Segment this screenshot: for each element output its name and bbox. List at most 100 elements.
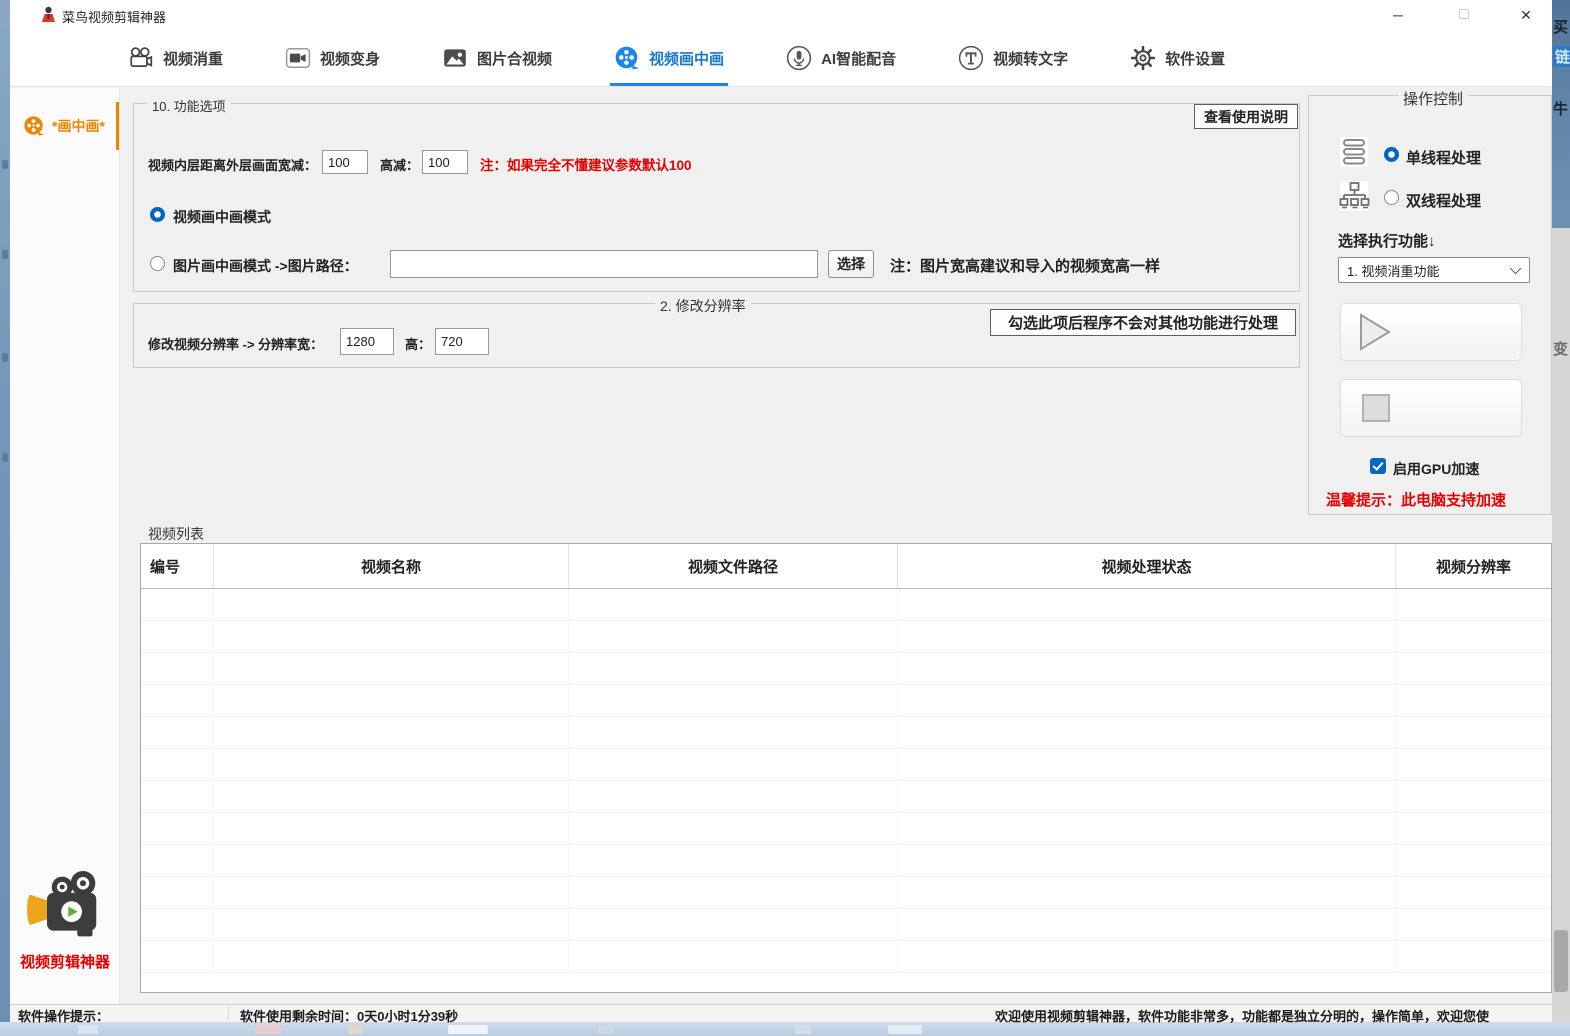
resolution-group-title: 2. 修改分辨率 — [655, 296, 751, 316]
view-manual-button[interactable]: 查看使用说明 — [1194, 104, 1298, 129]
stop-button[interactable] — [1340, 379, 1522, 437]
screen: 买 链 牛 变 菜鸟视频剪辑神器 ─ □ ✕ — [0, 0, 1570, 1036]
tab-label: 图片合视频 — [477, 48, 552, 69]
tab-label: 视频变身 — [320, 48, 380, 69]
video-list-table: 编号 视频名称 视频文件路径 视频处理状态 视频分辨率 — [140, 543, 1552, 993]
resolution-height-input[interactable] — [435, 328, 489, 355]
dual-thread-radio[interactable] — [1384, 190, 1399, 205]
resolution-width-input[interactable] — [340, 328, 394, 355]
inner-width-input[interactable] — [322, 150, 368, 174]
video-list-title: 视频列表 — [143, 524, 209, 544]
status-welcome-text: 欢迎使用视频剪辑神器，软件功能非常多，功能都是独立分明的，操作简单，欢迎您使 — [995, 1006, 1489, 1025]
video-pip-mode-label[interactable]: 视频画中画模式 — [173, 207, 271, 227]
sidebar: *画中画* 视频剪辑神器 — [10, 88, 120, 1004]
column-header-name[interactable]: 视频名称 — [214, 544, 569, 588]
inner-height-label: 高减： — [380, 155, 419, 174]
single-thread-icon — [1338, 136, 1370, 168]
tab-video-pip[interactable]: 视频画中画 — [614, 30, 724, 86]
resolution-height-label: 高： — [405, 334, 431, 353]
column-header-resolution[interactable]: 视频分辨率 — [1396, 544, 1551, 588]
minimize-button[interactable]: ─ — [1376, 0, 1420, 30]
inner-height-input[interactable] — [422, 150, 468, 174]
video-pip-mode-radio[interactable] — [150, 207, 165, 222]
maximize-button[interactable]: □ — [1442, 0, 1486, 30]
table-row[interactable] — [141, 781, 1551, 813]
camcorder-icon — [285, 45, 311, 71]
title-bar: 菜鸟视频剪辑神器 ─ □ ✕ — [10, 0, 1552, 30]
image-size-note: 注：图片宽高建议和导入的视频宽高一样 — [890, 255, 1160, 276]
app-logo-icon — [40, 6, 57, 24]
start-button[interactable] — [1340, 303, 1522, 361]
browse-image-button[interactable]: 选择 — [828, 250, 874, 278]
table-row[interactable] — [141, 685, 1551, 717]
image-path-input[interactable] — [390, 250, 818, 278]
tab-label: 视频画中画 — [649, 48, 724, 69]
resolution-label: 修改视频分辨率 -> 分辨率宽： — [148, 334, 323, 353]
status-remaining-time: 软件使用剩余时间：0天0小时1分39秒 — [240, 1006, 458, 1025]
film-reel-icon — [614, 45, 640, 71]
video-list-body — [141, 589, 1551, 973]
movie-camera-icon — [128, 45, 154, 71]
tab-label: AI智能配音 — [821, 48, 896, 69]
sidebar-item-label: *画中画* — [52, 116, 105, 136]
edge-char: 链 — [1553, 46, 1570, 67]
play-icon — [1357, 312, 1393, 352]
exclusive-process-button[interactable]: 勾选此项后程序不会对其他功能进行处理 — [990, 309, 1296, 336]
edge-char: 变 — [1553, 338, 1568, 359]
status-prompt-label: 软件操作提示： — [18, 1006, 109, 1025]
gpu-acceleration-checkbox[interactable] — [1370, 458, 1386, 474]
video-list-header: 编号 视频名称 视频文件路径 视频处理状态 视频分辨率 — [141, 544, 1551, 589]
picture-icon — [442, 45, 468, 71]
table-row[interactable] — [141, 589, 1551, 621]
table-row[interactable] — [141, 813, 1551, 845]
desktop-background-left — [0, 0, 10, 1036]
gear-icon — [1130, 45, 1156, 71]
table-row[interactable] — [141, 717, 1551, 749]
tab-video-dedup[interactable]: 视频消重 — [128, 30, 223, 86]
tab-video-to-text[interactable]: 视频转文字 — [958, 30, 1068, 86]
background-window-edge: 买 链 牛 变 — [1552, 0, 1570, 1022]
table-row[interactable] — [141, 877, 1551, 909]
options-group-title: 10. 功能选项 — [147, 96, 231, 115]
inner-width-label: 视频内层距离外层画面宽减： — [148, 155, 317, 174]
function-select[interactable]: 1. 视频消重功能 — [1338, 257, 1530, 283]
tab-label: 视频转文字 — [993, 48, 1068, 69]
sidebar-item-pip[interactable]: *画中画* — [10, 100, 120, 152]
edge-char: 牛 — [1553, 98, 1568, 119]
table-row[interactable] — [141, 621, 1551, 653]
dual-thread-label[interactable]: 双线程处理 — [1406, 190, 1481, 211]
dual-thread-icon — [1338, 180, 1370, 212]
table-row[interactable] — [141, 749, 1551, 781]
column-header-status[interactable]: 视频处理状态 — [898, 544, 1396, 588]
single-thread-label[interactable]: 单线程处理 — [1406, 147, 1481, 168]
tab-ai-voice[interactable]: AI智能配音 — [786, 30, 896, 86]
status-separator — [228, 1006, 229, 1020]
table-row[interactable] — [141, 909, 1551, 941]
sidebar-logo: 视频剪辑神器 — [10, 870, 120, 972]
table-row[interactable] — [141, 941, 1551, 973]
function-select-value: 1. 视频消重功能 — [1347, 261, 1439, 280]
table-row[interactable] — [141, 653, 1551, 685]
table-row[interactable] — [141, 845, 1551, 877]
control-panel-title: 操作控制 — [1398, 88, 1468, 109]
single-thread-radio[interactable] — [1384, 147, 1399, 162]
close-button[interactable]: ✕ — [1504, 0, 1548, 30]
column-header-index[interactable]: 编号 — [141, 544, 214, 588]
tab-label: 视频消重 — [163, 48, 223, 69]
letter-t-icon — [958, 45, 984, 71]
gpu-acceleration-label[interactable]: 启用GPU加速 — [1393, 459, 1479, 479]
tab-settings[interactable]: 软件设置 — [1130, 30, 1225, 86]
microphone-icon — [786, 45, 812, 71]
tab-video-transform[interactable]: 视频变身 — [285, 30, 380, 86]
edge-char: 买 — [1553, 16, 1568, 37]
tab-label: 软件设置 — [1165, 48, 1225, 69]
background-scrollbar-thumb — [1554, 930, 1568, 992]
tab-image-to-video[interactable]: 图片合视频 — [442, 30, 552, 86]
stop-icon — [1361, 393, 1391, 423]
column-header-path[interactable]: 视频文件路径 — [569, 544, 898, 588]
image-pip-mode-radio[interactable] — [150, 256, 165, 271]
gpu-support-tip: 温馨提示：此电脑支持加速 — [1326, 489, 1506, 510]
image-pip-mode-label[interactable]: 图片画中画模式 ->图片路径： — [173, 256, 358, 276]
window-title: 菜鸟视频剪辑神器 — [62, 7, 166, 26]
sidebar-logo-caption: 视频剪辑神器 — [10, 951, 120, 972]
